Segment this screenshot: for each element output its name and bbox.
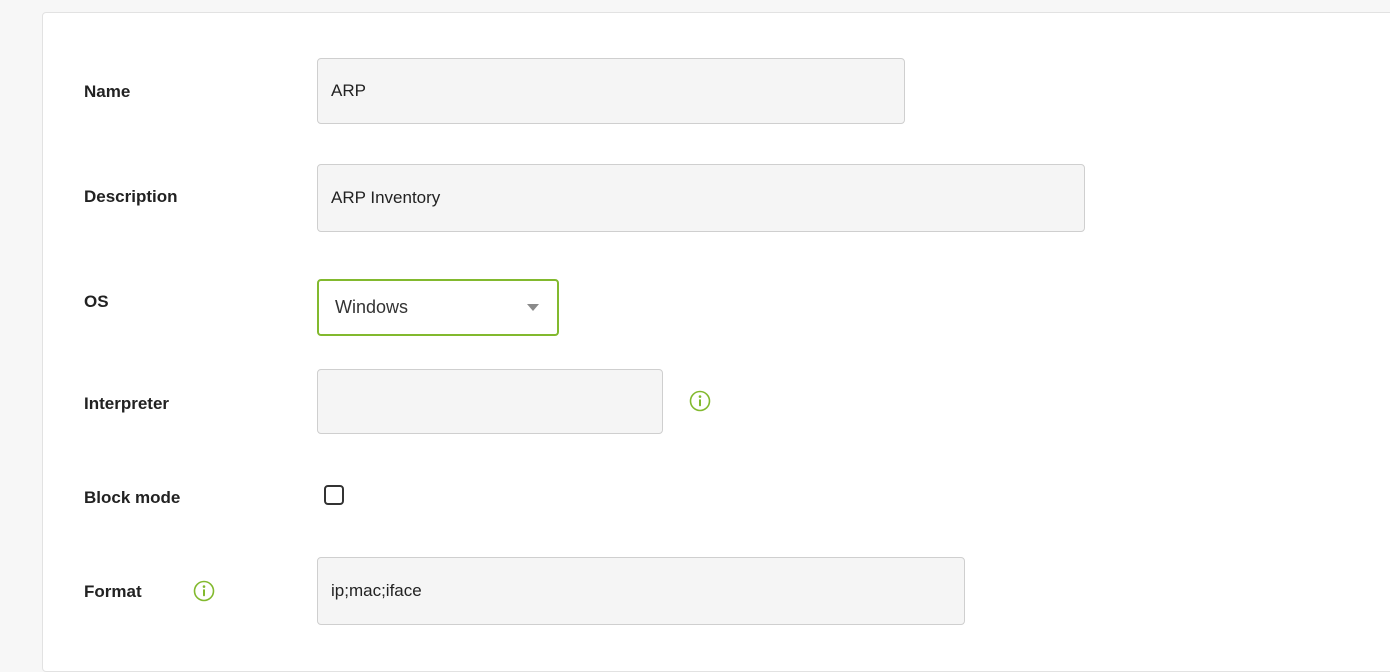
- os-select-value: Windows: [335, 297, 409, 317]
- os-select[interactable]: Windows: [317, 279, 559, 336]
- description-input[interactable]: ARP Inventory: [317, 164, 1085, 232]
- name-label: Name: [84, 82, 131, 101]
- name-input[interactable]: ARP: [317, 58, 905, 124]
- block-mode-checkbox[interactable]: [324, 485, 344, 505]
- interpreter-info-icon[interactable]: [689, 390, 711, 412]
- chevron-down-icon: [527, 304, 539, 311]
- interpreter-label: Interpreter: [84, 394, 170, 413]
- format-input[interactable]: ip;mac;iface: [317, 557, 965, 625]
- description-label: Description: [84, 187, 178, 206]
- interpreter-input[interactable]: [317, 369, 663, 434]
- block-mode-label: Block mode: [84, 488, 181, 507]
- format-info-icon[interactable]: [193, 580, 215, 602]
- os-label: OS: [84, 292, 109, 311]
- format-label: Format: [84, 582, 142, 601]
